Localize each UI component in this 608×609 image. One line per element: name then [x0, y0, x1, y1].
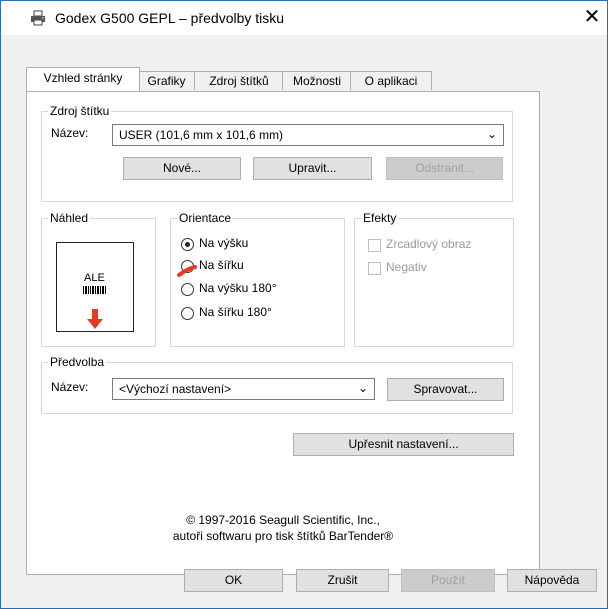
label-source-value: USER (101,6 mm x 101,6 mm) — [119, 128, 284, 142]
close-button[interactable]: ✕ — [579, 4, 605, 30]
printing-preferences-dialog: Godex G500 GEPL – předvolby tisku ✕ Vzhl… — [0, 0, 608, 609]
landscape-180-radio[interactable] — [181, 307, 194, 320]
preset-group-label: Předvolba — [48, 355, 107, 369]
mirror-image-checkbox[interactable] — [368, 239, 381, 252]
label-source-group-label: Zdroj štítku — [48, 104, 112, 118]
tab-page-content: Zdroj štítku Název: USER (101,6 mm x 101… — [26, 91, 540, 575]
orientation-group: Orientace Na výšku Na šířku Na výšku 180… — [170, 211, 345, 347]
preview-group-label: Náhled — [48, 211, 91, 225]
printer-icon — [31, 10, 45, 26]
preset-value: <Výchozí nastavení> — [119, 382, 232, 396]
cancel-button[interactable]: Zrušit — [296, 569, 389, 592]
label-source-combo[interactable]: USER (101,6 mm x 101,6 mm) ⌄ — [112, 124, 504, 146]
preview-box: ALE — [56, 242, 134, 332]
portrait-radio[interactable] — [181, 238, 194, 251]
chevron-down-icon: ⌄ — [486, 127, 497, 141]
copyright-line-2: autoři softwaru pro tisk štítků BarTende… — [172, 529, 394, 543]
mirror-image-label: Zrcadlový obraz — [386, 237, 472, 251]
label-source-name-label: Název: — [51, 126, 89, 140]
label-source-group: Zdroj štítku Název: USER (101,6 mm x 101… — [41, 104, 513, 202]
negative-checkbox[interactable] — [368, 262, 381, 275]
tab-about[interactable]: O aplikaci — [350, 71, 432, 90]
landscape-label: Na šířku — [199, 258, 244, 272]
advanced-settings-button[interactable]: Upřesnit nastavení... — [293, 433, 514, 456]
edit-button[interactable]: Upravit... — [253, 157, 372, 180]
tab-options[interactable]: Možnosti — [282, 71, 352, 90]
landscape-180-label: Na šířku 180° — [199, 305, 272, 319]
preset-combo[interactable]: <Výchozí nastavení> ⌄ — [112, 378, 375, 400]
apply-button[interactable]: Použít — [401, 569, 495, 592]
portrait-180-label: Na výšku 180° — [199, 281, 277, 295]
preview-text: ALE — [84, 272, 105, 284]
orientation-group-label: Orientace — [177, 211, 234, 225]
effects-group: Efekty Zrcadlový obraz Negativ — [354, 211, 514, 347]
delete-button[interactable]: Odstranit... — [386, 157, 503, 180]
title-bar: Godex G500 GEPL – předvolby tisku ✕ — [1, 1, 607, 35]
preview-group: Náhled ALE — [41, 211, 156, 347]
new-button[interactable]: Nové... — [123, 157, 241, 180]
manage-presets-button[interactable]: Spravovat... — [387, 378, 504, 401]
preset-name-label: Název: — [51, 380, 89, 394]
effects-group-label: Efekty — [361, 211, 399, 225]
window-title: Godex G500 GEPL – předvolby tisku — [55, 10, 285, 26]
ok-button[interactable]: OK — [184, 569, 283, 592]
negative-label: Negativ — [386, 260, 427, 274]
copyright-line-1: © 1997-2016 Seagull Scientific, Inc., — [186, 513, 380, 527]
portrait-label: Na výšku — [199, 236, 249, 250]
tab-graphics[interactable]: Grafiky — [137, 71, 196, 90]
tab-page-layout[interactable]: Vzhled stránky — [26, 67, 140, 91]
barcode-icon — [83, 286, 106, 294]
tab-stock[interactable]: Zdroj štítků — [194, 71, 284, 90]
chevron-down-icon: ⌄ — [357, 381, 368, 395]
feed-direction-arrow-icon — [87, 309, 103, 329]
copyright-block: © 1997-2016 Seagull Scientific, Inc., au… — [27, 512, 539, 544]
portrait-180-radio[interactable] — [181, 283, 194, 296]
cursor-arrow-icon — [177, 265, 197, 277]
preset-group: Předvolba Název: <Výchozí nastavení> ⌄ S… — [41, 355, 513, 414]
help-button[interactable]: Nápověda — [507, 569, 597, 592]
